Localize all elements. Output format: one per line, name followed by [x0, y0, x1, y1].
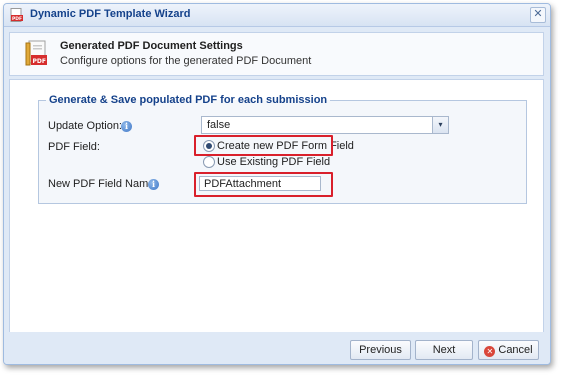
update-option-label: Update Option:: [48, 120, 122, 132]
title-bar[interactable]: PDF Dynamic PDF Template Wizard ✕: [4, 4, 550, 27]
wizard-header: PDF Generated PDF Document Settings Conf…: [9, 32, 544, 76]
update-option-info-icon[interactable]: i: [121, 121, 132, 132]
chevron-down-icon[interactable]: ▾: [432, 117, 448, 133]
cancel-icon: ✕: [484, 346, 496, 357]
window-title: Dynamic PDF Template Wizard: [30, 8, 191, 20]
fieldset-legend: Generate & Save populated PDF for each s…: [49, 94, 328, 106]
update-option-value: false: [207, 119, 231, 131]
radio-use-existing[interactable]: [203, 156, 215, 168]
close-icon[interactable]: ✕: [530, 7, 546, 23]
header-subtitle: Configure options for the generated PDF …: [60, 55, 312, 67]
previous-button[interactable]: Previous: [350, 340, 411, 360]
radio-create-new[interactable]: [203, 140, 215, 152]
svg-text:PDF: PDF: [12, 16, 22, 22]
next-button[interactable]: Next: [415, 340, 473, 360]
radio-create-new-label[interactable]: Create new PDF Form Field: [217, 140, 354, 152]
new-field-name-label: New PDF Field Name:: [48, 178, 158, 190]
update-option-select[interactable]: false ▾: [201, 116, 449, 134]
cancel-button[interactable]: ✕ Cancel: [478, 340, 539, 360]
new-field-name-input[interactable]: [199, 176, 321, 191]
pdf-document-icon: PDF: [25, 40, 47, 66]
pdf-wizard-icon: PDF: [10, 8, 23, 22]
svg-text:PDF: PDF: [33, 58, 46, 65]
header-title: Generated PDF Document Settings: [60, 40, 243, 52]
new-field-name-info-icon[interactable]: i: [148, 179, 159, 190]
radio-use-existing-label[interactable]: Use Existing PDF Field: [217, 156, 330, 168]
pdf-field-label: PDF Field:: [48, 141, 100, 153]
cancel-button-label: Cancel: [498, 344, 533, 356]
